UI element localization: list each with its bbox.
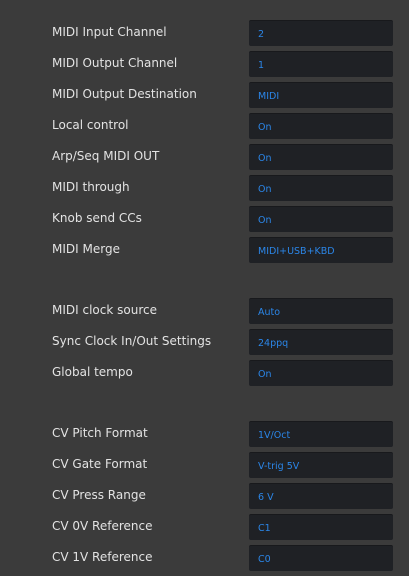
setting-label: MIDI Input Channel	[52, 25, 167, 39]
arp-seq-midi-out-field[interactable]: On	[249, 144, 393, 170]
setting-row-cv-gate-format: CV Gate Format V-trig 5V	[0, 452, 409, 479]
setting-value: C1	[258, 523, 271, 534]
setting-row-arp-seq-midi-out: Arp/Seq MIDI OUT On	[0, 144, 409, 171]
setting-label: CV Gate Format	[52, 457, 148, 471]
setting-value: On	[258, 153, 272, 164]
knob-send-ccs-field[interactable]: On	[249, 206, 393, 232]
cv-gate-format-field[interactable]: V-trig 5V	[249, 452, 393, 478]
sync-clock-settings-field[interactable]: 24ppq	[249, 329, 393, 355]
setting-row-midi-output-destination: MIDI Output Destination MIDI	[0, 82, 409, 109]
setting-value: V-trig 5V	[258, 461, 300, 472]
local-control-field[interactable]: On	[249, 113, 393, 139]
setting-label: Knob send CCs	[52, 211, 142, 225]
setting-row-cv-0v-reference: CV 0V Reference C1	[0, 514, 409, 541]
midi-merge-field[interactable]: MIDI+USB+KBD	[249, 237, 393, 263]
setting-row-sync-clock-settings: Sync Clock In/Out Settings 24ppq	[0, 329, 409, 356]
setting-value: On	[258, 122, 272, 133]
setting-label: Sync Clock In/Out Settings	[52, 334, 212, 348]
setting-value: C0	[258, 554, 271, 565]
midi-output-channel-field[interactable]: 1	[249, 51, 393, 77]
cv-pitch-format-field[interactable]: 1V/Oct	[249, 421, 393, 447]
global-tempo-field[interactable]: On	[249, 360, 393, 386]
midi-output-destination-field[interactable]: MIDI	[249, 82, 393, 108]
setting-row-midi-clock-source: MIDI clock source Auto	[0, 298, 409, 325]
cv-1v-reference-field[interactable]: C0	[249, 545, 393, 571]
setting-label: CV Pitch Format	[52, 426, 148, 440]
setting-value: MIDI+USB+KBD	[258, 246, 335, 257]
setting-label: Arp/Seq MIDI OUT	[52, 149, 160, 163]
setting-label: Global tempo	[52, 365, 133, 379]
setting-value: 24ppq	[258, 338, 289, 349]
setting-row-midi-through: MIDI through On	[0, 175, 409, 202]
midi-through-field[interactable]: On	[249, 175, 393, 201]
setting-row-cv-1v-reference: CV 1V Reference C0	[0, 545, 409, 572]
setting-label: MIDI Output Destination	[52, 87, 197, 101]
settings-panel: MIDI Input Channel 2 MIDI Output Channel…	[0, 0, 409, 576]
setting-value: Auto	[258, 307, 281, 318]
setting-label: MIDI Merge	[52, 242, 120, 256]
setting-label: MIDI Output Channel	[52, 56, 178, 70]
setting-row-local-control: Local control On	[0, 113, 409, 140]
setting-label: MIDI clock source	[52, 303, 157, 317]
cv-0v-reference-field[interactable]: C1	[249, 514, 393, 540]
setting-row-midi-merge: MIDI Merge MIDI+USB+KBD	[0, 237, 409, 264]
setting-value: On	[258, 184, 272, 195]
setting-value: 1	[258, 60, 265, 71]
setting-row-cv-press-range: CV Press Range 6 V	[0, 483, 409, 510]
setting-label: CV Press Range	[52, 488, 146, 502]
setting-row-midi-input-channel: MIDI Input Channel 2	[0, 20, 409, 47]
setting-label: CV 1V Reference	[52, 550, 153, 564]
setting-row-global-tempo: Global tempo On	[0, 360, 409, 387]
midi-input-channel-field[interactable]: 2	[249, 20, 393, 46]
cv-press-range-field[interactable]: 6 V	[249, 483, 393, 509]
setting-value: MIDI	[258, 91, 280, 102]
setting-label: MIDI through	[52, 180, 130, 194]
setting-value: On	[258, 215, 272, 226]
setting-value: 2	[258, 29, 265, 40]
setting-label: CV 0V Reference	[52, 519, 153, 533]
setting-row-midi-output-channel: MIDI Output Channel 1	[0, 51, 409, 78]
setting-value: On	[258, 369, 272, 380]
setting-value: 6 V	[258, 492, 274, 503]
setting-row-knob-send-ccs: Knob send CCs On	[0, 206, 409, 233]
setting-label: Local control	[52, 118, 129, 132]
setting-value: 1V/Oct	[258, 430, 291, 441]
midi-clock-source-field[interactable]: Auto	[249, 298, 393, 324]
setting-row-cv-pitch-format: CV Pitch Format 1V/Oct	[0, 421, 409, 448]
